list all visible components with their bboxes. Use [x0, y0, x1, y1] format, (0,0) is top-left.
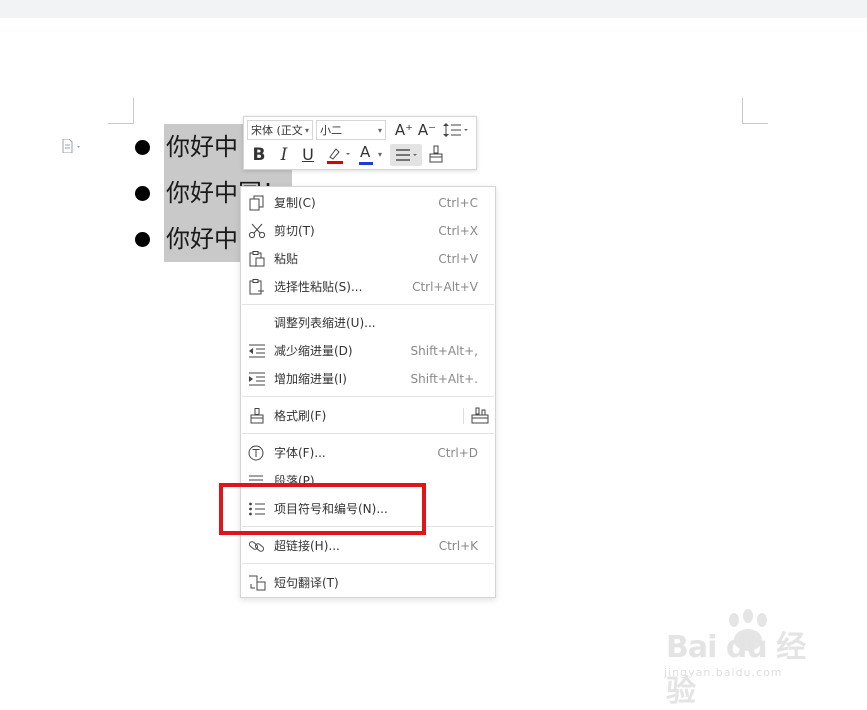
- menu-item-format-painter[interactable]: 格式刷(F): [241, 403, 495, 429]
- highlight-color-button[interactable]: [323, 144, 353, 166]
- menu-item-paste[interactable]: 粘贴 Ctrl+V: [241, 246, 495, 272]
- menu-separator: [242, 304, 494, 305]
- menu-item-translate[interactable]: 短句翻译(T): [241, 570, 495, 596]
- watermark-url: jingyan.baidu.com: [664, 666, 783, 679]
- bold-button[interactable]: B: [248, 144, 270, 166]
- line-spacing-icon: [443, 123, 468, 137]
- mini-format-toolbar: 宋体 (正文 ▾ 小二 ▾ A⁺ A⁻ B I U A ▾: [243, 116, 477, 170]
- chevron-down-icon: ▾: [304, 126, 309, 135]
- menu-item-paste-special[interactable]: 选择性粘贴(S)... Ctrl+Alt+V: [241, 274, 495, 300]
- font-name-value: 宋体 (正文: [251, 124, 303, 137]
- bullet-dot: [135, 186, 150, 201]
- bullet-text[interactable]: 你好中: [164, 216, 244, 262]
- font-name-select[interactable]: 宋体 (正文 ▾: [247, 120, 313, 140]
- paste-special-icon: [249, 279, 264, 295]
- margin-corner-top-left: [108, 98, 134, 124]
- menu-item-hyperlink[interactable]: 超链接(H)... Ctrl+K: [241, 533, 495, 559]
- hyperlink-icon: [248, 541, 265, 552]
- chevron-down-icon: ▾: [377, 150, 382, 159]
- italic-button[interactable]: I: [273, 144, 295, 166]
- menu-item-label: 格式刷(F): [274, 409, 327, 423]
- grow-font-button[interactable]: A⁺: [394, 119, 414, 141]
- decrease-indent-icon: [249, 344, 265, 358]
- line-spacing-button[interactable]: [441, 119, 471, 141]
- menu-split-divider: [463, 408, 464, 424]
- grow-font-icon: A⁺: [394, 121, 414, 139]
- context-menu: 复制(C) Ctrl+C 剪切(T) Ctrl+X 粘贴 Ctrl+V 选择性粘…: [240, 186, 496, 598]
- bullet-text[interactable]: 你好中: [164, 124, 244, 170]
- highlighter-icon: [327, 148, 350, 164]
- menu-item-label: 复制(C): [274, 196, 316, 210]
- menu-item-label: 粘贴: [274, 252, 299, 266]
- bold-label: B: [252, 145, 266, 165]
- menu-item-cut[interactable]: 剪切(T) Ctrl+X: [241, 218, 495, 244]
- menu-item-shortcut: Ctrl+X: [438, 224, 478, 238]
- increase-indent-icon: [249, 372, 265, 386]
- menu-separator: [242, 396, 494, 397]
- menu-item-shortcut: Ctrl+D: [437, 446, 478, 460]
- menu-item-shortcut: Ctrl+Alt+V: [412, 280, 478, 294]
- paste-icon: [249, 251, 265, 267]
- underline-label: U: [302, 145, 314, 164]
- menu-item-label: 超链接(H)...: [274, 539, 340, 553]
- menu-item-copy[interactable]: 复制(C) Ctrl+C: [241, 190, 495, 216]
- menu-item-shortcut: Shift+Alt+.: [410, 372, 478, 386]
- menu-item-label: 减少缩进量(D): [274, 344, 353, 358]
- bullet-dot: [135, 140, 150, 155]
- menu-item-shortcut: Ctrl+V: [438, 252, 478, 266]
- italic-label: I: [280, 145, 288, 165]
- font-size-select[interactable]: 小二 ▾: [316, 120, 386, 140]
- chevron-down-icon: ▾: [377, 126, 382, 135]
- format-painter-button[interactable]: [425, 144, 447, 166]
- top-strip: [0, 0, 867, 18]
- menu-item-decrease-indent[interactable]: 减少缩进量(D) Shift+Alt+,: [241, 338, 495, 364]
- font-color-button[interactable]: A ▾: [356, 143, 386, 166]
- menu-item-shortcut: Shift+Alt+,: [410, 344, 478, 358]
- menu-separator: [242, 433, 494, 434]
- menu-item-label: 选择性粘贴(S)...: [274, 280, 363, 294]
- margin-corner-top-right: [742, 98, 768, 124]
- document-icon[interactable]: [62, 139, 84, 153]
- menu-separator: [242, 563, 494, 564]
- menu-item-font[interactable]: 字体(F)... Ctrl+D: [241, 440, 495, 466]
- font-icon: [248, 445, 264, 461]
- menu-item-label: 增加缩进量(I): [274, 372, 347, 386]
- menu-item-label: 剪切(T): [274, 224, 315, 238]
- shrink-font-button[interactable]: A⁻: [417, 119, 437, 141]
- font-color-swatch: [359, 162, 373, 165]
- annotation-highlight-box: [219, 483, 426, 535]
- underline-button[interactable]: U: [297, 144, 319, 166]
- shrink-font-icon: A⁻: [417, 121, 437, 139]
- menu-item-label: 调整列表缩进(U)...: [274, 316, 376, 330]
- baidu-jingyan-watermark: Bai du 经验 jingyan.baidu.com: [662, 608, 822, 709]
- translate-icon: [249, 575, 266, 591]
- menu-item-increase-indent[interactable]: 增加缩进量(I) Shift+Alt+.: [241, 366, 495, 392]
- format-painter-icon: [250, 408, 264, 424]
- scissors-icon: [248, 223, 266, 239]
- copy-icon: [249, 195, 264, 211]
- menu-item-shortcut: Ctrl+C: [438, 196, 478, 210]
- menu-item-adjust-list-indent[interactable]: 调整列表缩进(U)...: [241, 310, 495, 336]
- menu-item-shortcut: Ctrl+K: [438, 539, 478, 553]
- bullet-dot: [135, 232, 150, 247]
- align-list-icon: [396, 149, 417, 161]
- bullet-list-button[interactable]: [390, 144, 422, 166]
- format-painter-multi-icon[interactable]: [471, 407, 489, 425]
- font-color-letter: A: [360, 143, 371, 161]
- format-painter-icon: [429, 145, 443, 163]
- font-size-value: 小二: [320, 124, 342, 137]
- menu-item-label: 字体(F)...: [274, 446, 326, 460]
- menu-item-label: 短句翻译(T): [274, 576, 339, 590]
